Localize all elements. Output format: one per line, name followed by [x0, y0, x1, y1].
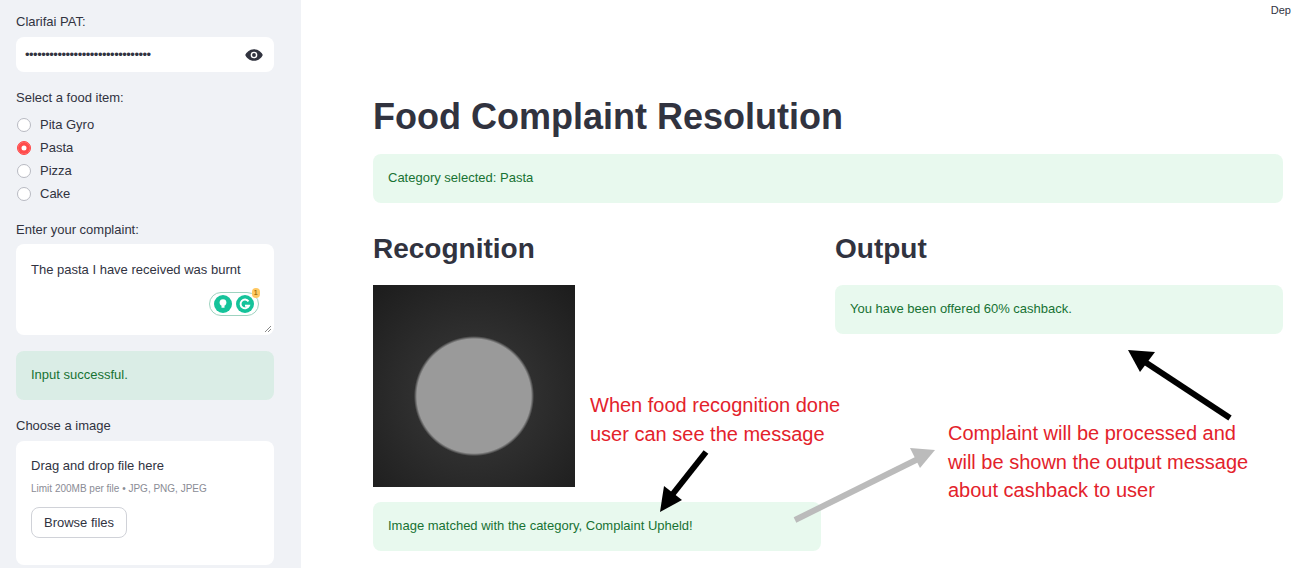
eye-icon[interactable] [244, 45, 264, 65]
app-page: Clarifai PAT: •••••••••••••••••••••••••••… [0, 0, 1294, 568]
deploy-button[interactable]: Dep [1271, 4, 1291, 16]
annotation-note: When food recognition doneuser can see t… [590, 391, 840, 449]
output-success-alert: You have been offered 60% cashback. [835, 285, 1283, 334]
radio-circle-icon[interactable] [17, 141, 31, 155]
food-label: Select a food item: [16, 89, 274, 107]
complaint-label: Enter your complaint: [16, 221, 274, 239]
pat-label: Clarifai PAT: [16, 13, 274, 31]
annotation-note: Complaint will be processed andwill be s… [948, 419, 1248, 505]
pat-value: ••••••••••••••••••••••••••••••• [25, 47, 244, 62]
radio-label: Cake [40, 186, 70, 201]
browse-files-button[interactable]: Browse files [31, 507, 127, 538]
food-radio-option[interactable]: Cake [16, 182, 274, 205]
columns: Recognition Image matched with the catego… [373, 231, 1283, 551]
radio-circle-icon[interactable] [17, 118, 31, 132]
radio-label: Pasta [40, 140, 73, 155]
upload-label: Choose a image [16, 417, 274, 435]
food-radio-option[interactable]: Pasta [16, 136, 274, 159]
food-photo [373, 285, 575, 487]
food-radio-option[interactable]: Pizza [16, 159, 274, 182]
header-bar: Dep [373, 0, 1283, 20]
arrow-icon [795, 448, 935, 520]
annotation-line: user can see the message [590, 420, 840, 449]
category-success-alert: Category selected: Pasta [373, 154, 1283, 203]
input-success-alert: Input successful. [16, 351, 274, 400]
upload-limit: Limit 200MB per file • JPG, PNG, JPEG [31, 482, 259, 496]
arrow-icon [1128, 350, 1230, 418]
match-success-alert: Image matched with the category, Complai… [373, 502, 821, 551]
recognition-column: Recognition Image matched with the catego… [373, 231, 821, 551]
radio-circle-icon[interactable] [17, 187, 31, 201]
page-title: Food Complaint Resolution [373, 94, 1283, 140]
annotation-line: about cashback to user [948, 476, 1248, 505]
grammarly-badge: 1 [252, 288, 260, 298]
output-column: Output You have been offered 60% cashback… [835, 231, 1283, 551]
pat-field[interactable]: ••••••••••••••••••••••••••••••• [16, 37, 274, 72]
complaint-textarea[interactable]: The pasta I have received was burnt 1 [16, 244, 274, 335]
annotation-line: Complaint will be processed and [948, 419, 1248, 448]
food-radio-option[interactable]: Pita Gyro [16, 113, 274, 136]
output-heading: Output [835, 231, 1283, 267]
sidebar: Clarifai PAT: •••••••••••••••••••••••••••… [0, 0, 301, 568]
radio-label: Pizza [40, 163, 72, 178]
file-uploader[interactable]: Drag and drop file here Limit 200MB per f… [16, 441, 274, 565]
grammarly-widget[interactable]: 1 [209, 292, 259, 316]
annotation-line: When food recognition done [590, 391, 840, 420]
resize-grip-icon[interactable] [264, 325, 272, 333]
radio-label: Pita Gyro [40, 117, 94, 132]
food-radio-group: Pita Gyro Pasta Pizza Cake [16, 113, 274, 205]
complaint-text: The pasta I have received was burnt [31, 262, 241, 277]
grammarly-icon[interactable]: 1 [236, 295, 254, 313]
lightbulb-icon[interactable] [214, 295, 232, 313]
annotation-line: will be shown the output message [948, 448, 1248, 477]
radio-circle-icon[interactable] [17, 164, 31, 178]
recognition-heading: Recognition [373, 231, 821, 267]
arrow-icon [660, 452, 706, 512]
upload-prompt: Drag and drop file here [31, 458, 259, 474]
